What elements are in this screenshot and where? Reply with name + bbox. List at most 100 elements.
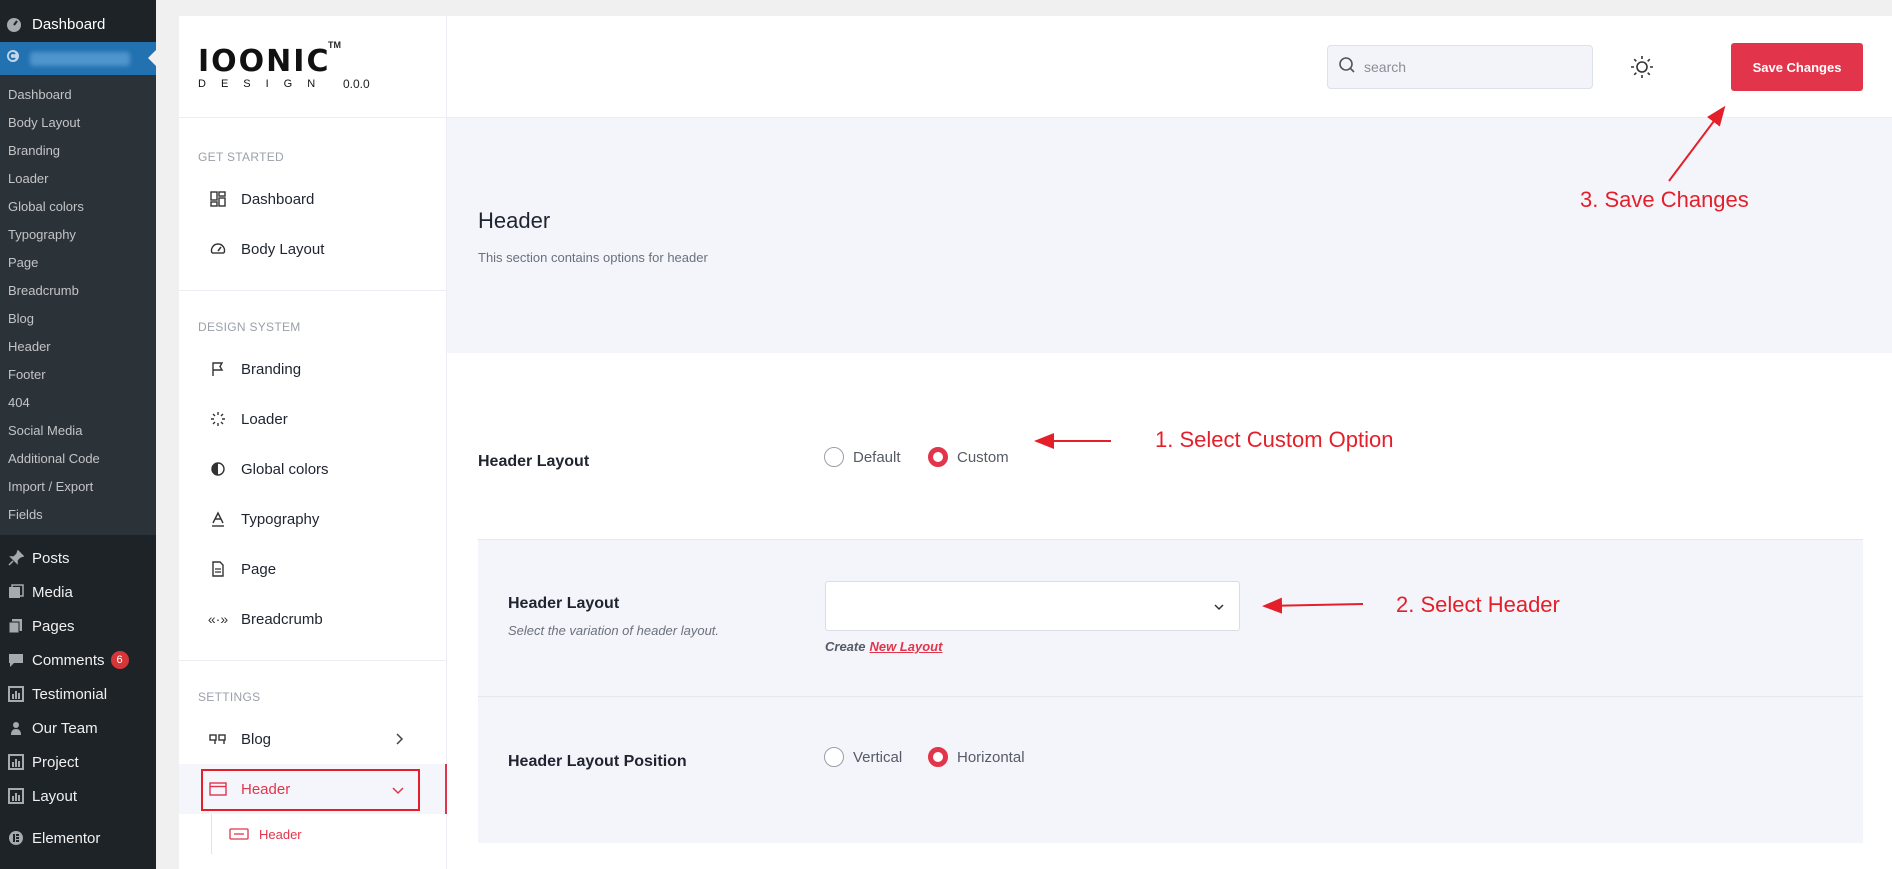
wp-sub-item[interactable]: Typography: [0, 221, 156, 249]
wp-menu-testimonial[interactable]: Testimonial: [0, 677, 156, 711]
comment-icon: [6, 650, 26, 670]
radio-circle: [928, 447, 948, 467]
comment-count-badge: 6: [110, 651, 129, 669]
wp-sub-item[interactable]: Body Layout: [0, 109, 156, 137]
file-icon: [209, 560, 227, 578]
wp-menu-label: Media: [32, 583, 73, 601]
nav-item-body-layout[interactable]: Body Layout: [179, 224, 446, 274]
header-layout-select-label: Header Layout: [508, 595, 620, 612]
wp-menu-media[interactable]: Media: [0, 575, 156, 609]
page-description: This section contains options for header: [478, 250, 708, 265]
wp-menu-label: Testimonial: [32, 685, 108, 703]
radio-label: Horizontal: [957, 748, 1025, 766]
nav-section-get-started: GET STARTED Dashboard Body Layout: [179, 118, 446, 291]
nav-section-design-system: DESIGN SYSTEM Branding Loader Global col…: [179, 291, 446, 661]
radio-circle: [824, 447, 844, 467]
nav-subitem-header[interactable]: Header: [179, 814, 446, 854]
nav-subitem-label: Header: [259, 826, 302, 842]
wp-sub-item[interactable]: 404: [0, 389, 156, 417]
wp-dashboard-label: Dashboard: [32, 16, 106, 33]
nav-item-label: Page: [241, 560, 277, 578]
nav-item-loader[interactable]: Loader: [179, 394, 446, 444]
nav-item-header[interactable]: Header: [179, 764, 447, 814]
save-changes-button[interactable]: Save Changes: [1731, 43, 1863, 91]
nav-item-breadcrumb[interactable]: «·» Breadcrumb: [179, 594, 446, 644]
elementor-icon: [6, 828, 26, 848]
wp-menu-our-team[interactable]: Our Team: [0, 711, 156, 745]
wp-sub-item[interactable]: Blog: [0, 305, 156, 333]
nav-item-global-colors[interactable]: Global colors: [179, 444, 446, 494]
radio-horizontal[interactable]: Horizontal: [928, 747, 1025, 767]
nav-item-label: Global colors: [241, 460, 329, 478]
new-layout-link[interactable]: New Layout: [869, 639, 942, 654]
search-input[interactable]: [1364, 59, 1564, 75]
search-box[interactable]: [1327, 45, 1593, 89]
wp-menu-label: Our Team: [32, 719, 98, 737]
page-title: Header: [478, 208, 551, 233]
wp-submenu: Dashboard Body Layout Branding Loader Gl…: [0, 75, 156, 535]
brand-version: 0.0.0: [343, 77, 370, 91]
wp-menu-label: Posts: [32, 549, 70, 567]
radio-label: Vertical: [853, 748, 903, 766]
redacted-plugin-name: [30, 51, 130, 66]
radio-default[interactable]: Default: [824, 447, 901, 467]
wp-sub-item[interactable]: Social Media: [0, 417, 156, 445]
brand-logo-subtitle: DESIGN: [198, 78, 331, 90]
wp-menu-label: Pages: [32, 617, 75, 635]
wp-menu-comments[interactable]: Comments 6: [0, 643, 156, 677]
wp-menu-pages[interactable]: Pages: [0, 609, 156, 643]
nav-item-label: Branding: [241, 360, 302, 378]
pin-icon: [6, 548, 26, 568]
wp-sub-item[interactable]: Branding: [0, 137, 156, 165]
nav-item-label: Loader: [241, 410, 288, 428]
nav-item-label: Typography: [241, 510, 320, 528]
brand-area: IOONIC TM DESIGN 0.0.0: [179, 16, 447, 118]
wp-sub-item[interactable]: Page: [0, 249, 156, 277]
layout-icon: [6, 786, 26, 806]
wp-menu-layout[interactable]: Layout: [0, 779, 156, 813]
main-content: Header This section contains options for…: [447, 118, 1892, 869]
media-icon: [6, 582, 26, 602]
theme-toggle-sun-icon[interactable]: [1629, 54, 1655, 80]
flag-icon: [209, 360, 227, 378]
wp-sub-item[interactable]: Global colors: [0, 193, 156, 221]
nav-item-typography[interactable]: Typography: [179, 494, 446, 544]
nav-item-label: Blog: [241, 730, 272, 748]
pages-icon: [6, 616, 26, 636]
wp-sub-item[interactable]: Footer: [0, 361, 156, 389]
radio-vertical[interactable]: Vertical: [824, 747, 902, 767]
wp-menu-label: Layout: [32, 787, 78, 805]
wp-menu-posts[interactable]: Posts: [0, 541, 156, 575]
grid-icon: [209, 190, 227, 208]
contrast-icon: [209, 460, 227, 478]
wp-menu-project[interactable]: Project: [0, 745, 156, 779]
plugin-settings-panel: IOONIC TM DESIGN 0.0.0 Save Changes GET …: [179, 16, 1892, 869]
radio-label: Custom: [957, 448, 1009, 466]
wp-sub-item[interactable]: Fields: [0, 501, 156, 529]
nav-item-blog[interactable]: Blog: [179, 714, 446, 764]
nav-item-page[interactable]: Page: [179, 544, 446, 594]
radio-custom[interactable]: Custom: [928, 447, 1009, 467]
nav-item-branding[interactable]: Branding: [179, 344, 446, 394]
wp-admin-sidebar: Dashboard Dashboard Body Layout Branding…: [0, 0, 156, 869]
wp-sub-item[interactable]: Dashboard: [0, 81, 156, 109]
wp-sub-item[interactable]: Header: [0, 333, 156, 361]
spinner-icon: [209, 410, 227, 428]
create-prefix: Create: [825, 639, 866, 654]
wp-dashboard-item[interactable]: Dashboard: [0, 10, 156, 39]
wp-sub-item[interactable]: Additional Code: [0, 445, 156, 473]
nav-section-heading: GET STARTED: [198, 150, 284, 164]
wp-sub-item[interactable]: Loader: [0, 165, 156, 193]
annotation-highlight-box: [201, 769, 420, 811]
chevron-down-icon: [392, 782, 404, 799]
nav-item-label: Body Layout: [241, 240, 325, 258]
radio-circle: [928, 747, 948, 767]
wp-current-plugin-item[interactable]: [0, 42, 156, 75]
wp-menu-elementor[interactable]: Elementor: [0, 821, 156, 855]
header-layout-select[interactable]: [825, 581, 1240, 631]
radio-circle: [824, 747, 844, 767]
wp-sub-item[interactable]: Import / Export: [0, 473, 156, 501]
wp-sub-item[interactable]: Breadcrumb: [0, 277, 156, 305]
nav-item-dashboard[interactable]: Dashboard: [179, 174, 446, 224]
top-bar: Save Changes: [447, 16, 1892, 118]
